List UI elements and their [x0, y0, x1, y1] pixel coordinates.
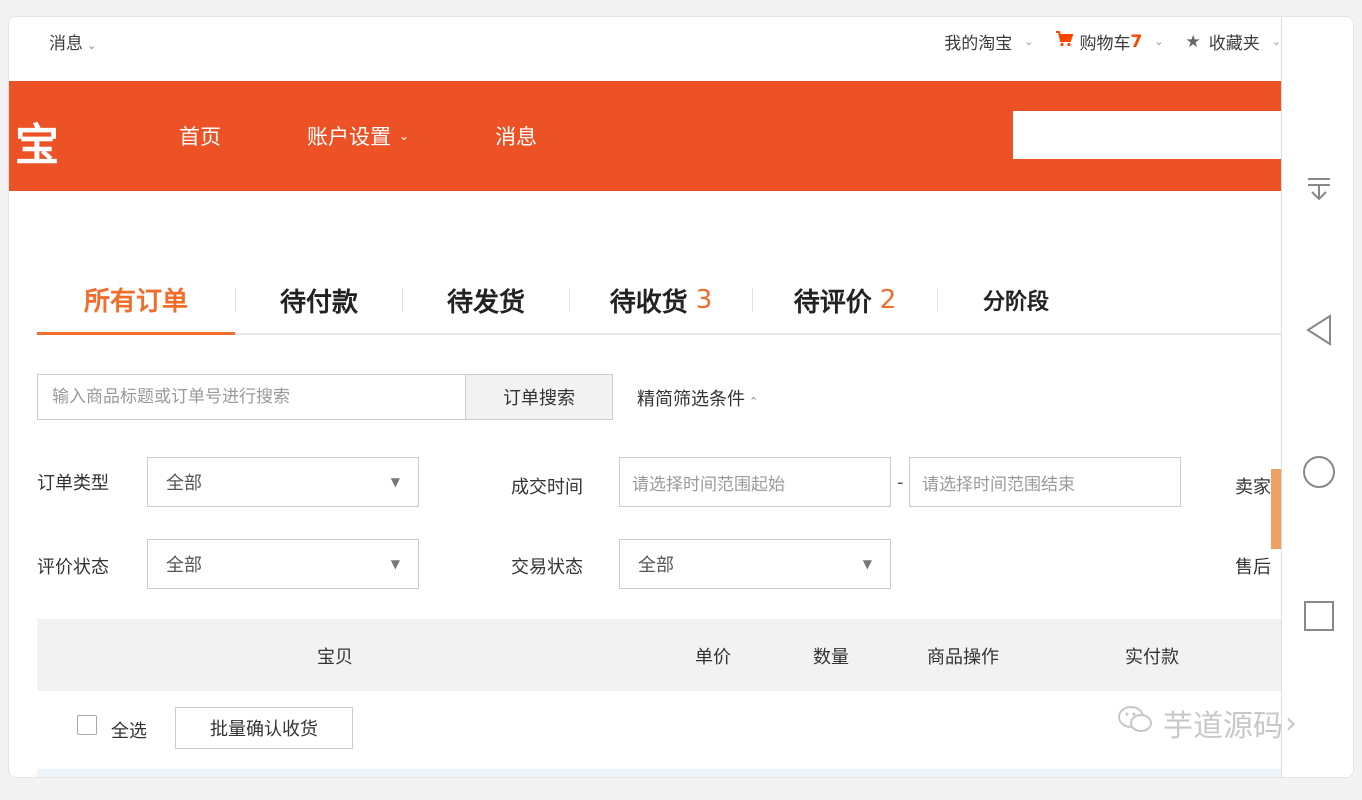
order-search-input[interactable]	[37, 374, 465, 420]
chevron-up-icon: ⌃	[749, 395, 759, 408]
order-table-header: 宝贝 单价 数量 商品操作 实付款	[37, 619, 1281, 691]
date-start-placeholder: 请选择时间范围起始	[632, 474, 785, 495]
tab-label: 待付款	[279, 287, 358, 318]
tab-pending-shipment[interactable]: 待发货	[403, 267, 569, 333]
batch-actions: 全选 批量确认收货	[37, 707, 1281, 767]
select-value: 全部	[166, 555, 202, 576]
column-header: 商品操作	[927, 647, 999, 668]
main-header: 宝 首页 账户设置 ⌄ 消息	[9, 81, 1281, 191]
order-type-select[interactable]: 全部 ▼	[147, 457, 419, 507]
star-icon: ★	[1185, 31, 1201, 52]
order-list-top	[37, 769, 1281, 777]
header-search-input[interactable]	[1013, 111, 1281, 159]
select-value: 全部	[638, 555, 674, 576]
home-icon[interactable]	[1294, 447, 1344, 497]
batch-confirm-receipt-button[interactable]: 批量确认收货	[175, 707, 353, 749]
trade-status-label: 交易状态	[511, 557, 583, 578]
favorites-menu[interactable]: ★ 收藏夹 ⌄	[1185, 29, 1281, 55]
messages-menu[interactable]: 消息 ⌄	[49, 29, 96, 54]
tab-label: 分阶段	[982, 290, 1049, 315]
seller-label: 卖家	[1235, 477, 1271, 498]
date-end-input[interactable]: 请选择时间范围结束	[909, 457, 1181, 507]
browser-frame: 消息 ⌄ 我的淘宝 ⌄ 购物车 7 ⌄ ★ 收藏夹 ⌄ 宝 首页 账户设置 ⌄ …	[8, 16, 1354, 778]
chevron-down-icon: ⌄	[399, 129, 410, 143]
column-header: 数量	[813, 647, 849, 668]
top-bar: 消息 ⌄ 我的淘宝 ⌄ 购物车 7 ⌄ ★ 收藏夹 ⌄	[9, 17, 1281, 81]
column-header: 宝贝	[317, 647, 353, 668]
simplify-filter-toggle[interactable]: 精简筛选条件 ⌃	[637, 385, 758, 411]
tab-label: 待评价	[793, 287, 872, 318]
nav-messages[interactable]: 消息	[495, 121, 537, 151]
caret-down-icon: ▼	[390, 475, 400, 489]
tab-label: 所有订单	[83, 287, 188, 317]
back-icon[interactable]	[1294, 305, 1344, 355]
caret-down-icon: ▼	[862, 557, 872, 571]
order-type-label: 订单类型	[37, 473, 109, 494]
chevron-right-icon: ›	[1285, 705, 1297, 741]
tab-pending-payment[interactable]: 待付款	[236, 267, 402, 333]
my-taobao-label: 我的淘宝	[944, 34, 1013, 54]
main-nav: 首页 账户设置 ⌄ 消息	[179, 121, 623, 151]
tab-all-orders[interactable]: 所有订单	[37, 267, 235, 335]
nav-home[interactable]: 首页	[179, 121, 221, 151]
deal-time-label: 成交时间	[511, 477, 583, 498]
date-end-placeholder: 请选择时间范围结束	[922, 474, 1075, 495]
my-taobao-menu[interactable]: 我的淘宝 ⌄	[944, 29, 1033, 54]
tab-pending-receipt[interactable]: 待收货 3	[570, 267, 752, 333]
select-all-checkbox[interactable]	[77, 715, 97, 735]
filter-toggle-label: 精简筛选条件	[637, 389, 745, 410]
review-status-label: 评价状态	[37, 557, 109, 578]
select-all-label[interactable]: 全选	[111, 717, 147, 743]
review-status-select[interactable]: 全部 ▼	[147, 539, 419, 589]
page: 消息 ⌄ 我的淘宝 ⌄ 购物车 7 ⌄ ★ 收藏夹 ⌄ 宝 首页 账户设置 ⌄ …	[9, 17, 1281, 777]
order-tabs: 所有订单 待付款 待发货 待收货 3 待评价 2 分阶段	[37, 267, 1281, 335]
column-header: 实付款	[1125, 647, 1179, 668]
recent-apps-icon[interactable]	[1294, 591, 1344, 641]
date-separator: -	[897, 472, 904, 493]
column-header: 单价	[695, 647, 731, 668]
tab-staged[interactable]: 分阶段	[938, 267, 1094, 333]
caret-down-icon: ▼	[390, 557, 400, 571]
taobao-logo[interactable]: 宝	[15, 109, 59, 173]
cart-menu[interactable]: 购物车 7 ⌄	[1055, 29, 1164, 54]
cart-count: 7	[1130, 31, 1143, 52]
nav-home-label: 首页	[179, 125, 221, 149]
cart-icon	[1055, 31, 1074, 52]
wechat-icon	[1117, 704, 1153, 742]
collapse-down-icon[interactable]	[1294, 163, 1344, 213]
date-start-input[interactable]: 请选择时间范围起始	[619, 457, 891, 507]
nav-account-settings-label: 账户设置	[307, 125, 391, 149]
order-search-button[interactable]: 订单搜索	[465, 374, 613, 420]
tab-badge: 3	[695, 285, 713, 315]
chevron-down-icon: ⌄	[1024, 35, 1034, 48]
system-nav-bar	[1281, 17, 1353, 777]
chevron-down-icon: ⌄	[87, 39, 97, 52]
tab-badge: 2	[879, 285, 897, 315]
chevron-down-icon: ⌄	[1154, 35, 1164, 48]
chevron-down-icon: ⌄	[1271, 35, 1281, 48]
messages-label: 消息	[49, 34, 83, 54]
nav-messages-label: 消息	[495, 125, 538, 149]
tab-label: 待收货	[609, 287, 688, 318]
top-right-menu: 我的淘宝 ⌄ 购物车 7 ⌄ ★ 收藏夹 ⌄	[922, 29, 1281, 54]
tab-pending-review[interactable]: 待评价 2	[753, 267, 937, 333]
cart-label: 购物车	[1079, 34, 1131, 54]
favorites-label: 收藏夹	[1208, 34, 1260, 54]
watermark: 芋道源码 ›	[1117, 701, 1297, 745]
watermark-text: 芋道源码	[1163, 709, 1283, 744]
after-sale-label: 售后	[1235, 557, 1271, 578]
nav-account-settings[interactable]: 账户设置 ⌄	[307, 121, 409, 151]
trade-status-select[interactable]: 全部 ▼	[619, 539, 891, 589]
select-value: 全部	[166, 473, 202, 494]
scroll-indicator[interactable]	[1271, 469, 1281, 549]
tab-label: 待发货	[446, 287, 525, 318]
